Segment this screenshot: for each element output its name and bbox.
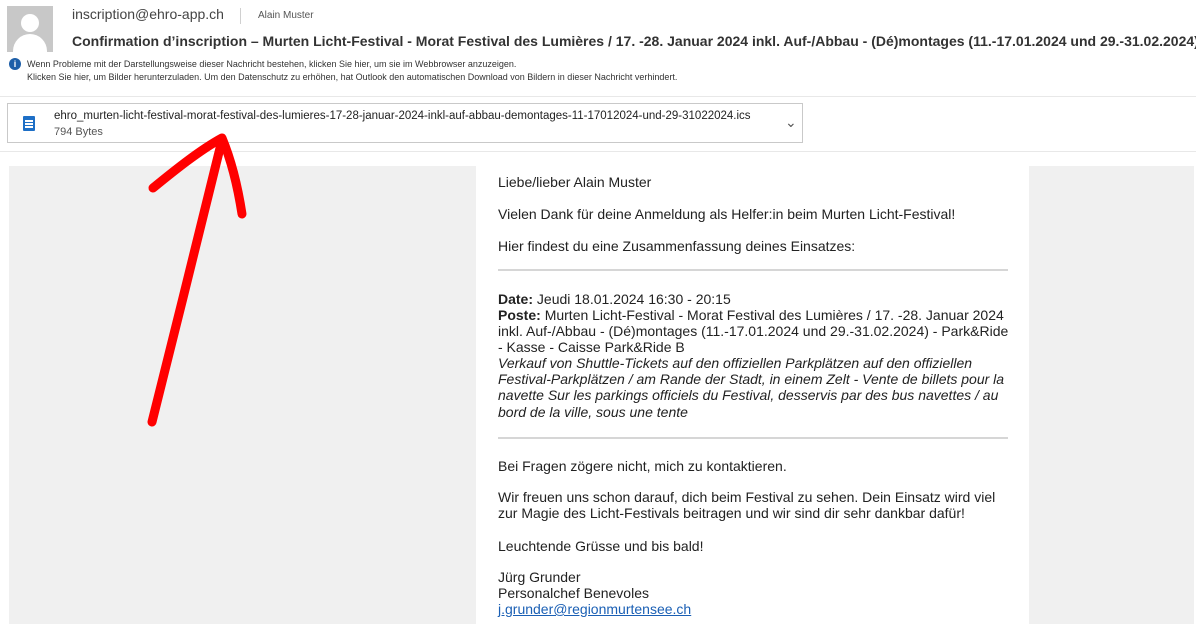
description-line-2: Festival-Parkplätzen / am Rande der Stad… [498,371,1005,387]
greeting: Liebe/lieber Alain Muster [498,174,652,190]
poste-line-2: inkl. Auf-/Abbau - (Dé)montages (11.-17.… [498,323,1009,339]
divider [0,96,1196,97]
signature-title: Personalchef Benevoles [498,585,649,601]
thanks-text: Vielen Dank für deine Anmeldung als Helf… [498,206,956,222]
message-body: Liebe/lieber Alain Muster Vielen Dank fü… [476,166,1029,624]
info-icon: i [9,58,21,70]
divider [498,437,1008,439]
sender-avatar [7,6,53,52]
attachment-size: 794 Bytes [54,126,103,138]
poste-label: Poste: [498,307,541,323]
date-label: Date: [498,291,534,307]
message-margin-right [1029,166,1194,624]
calendar-file-icon [23,116,35,131]
poste-line-3: - Kasse - Caisse Park&Ride B [498,339,685,355]
view-in-browser-notice[interactable]: Wenn Probleme mit der Darstellungsweise … [27,59,516,69]
summary-intro: Hier findest du eine Zusammenfassung dei… [498,238,856,254]
email-subject: Confirmation d’inscription – Murten Lich… [72,33,1196,49]
closing-text: Leuchtende Grüsse und bis bald! [498,538,704,554]
divider [498,269,1008,271]
date-value: Jeudi 18.01.2024 16:30 - 20:15 [536,291,731,307]
poste-value-1: Murten Licht-Festival - Morat Festival d… [544,307,1004,323]
attachment-filename: ehro_murten-licht-festival-morat-festiva… [54,110,751,122]
looking-forward-line-2: zur Magie des Licht-Festivals beitragen … [498,505,965,521]
date-line: Date: Jeudi 18.01.2024 16:30 - 20:15 [498,291,731,307]
description-line-4: bord de la ville, sous une tente [498,404,688,420]
signature-email-link[interactable]: j.grunder@regionmurtensee.ch [498,601,691,617]
download-images-notice[interactable]: Klicken Sie hier, um Bilder herunterzula… [27,72,677,82]
description-line-3: navette Sur les parkings officiels du Fe… [498,387,999,403]
signature-email-line: j.grunder@regionmurtensee.ch [498,601,691,617]
divider [0,151,1196,152]
sender-address[interactable]: inscription@ehro-app.ch [72,6,224,22]
attachment-card[interactable]: ehro_murten-licht-festival-morat-festiva… [7,103,803,143]
description-line-1: Verkauf von Shuttle-Tickets auf den offi… [498,355,973,371]
questions-text: Bei Fragen zögere nicht, mich zu kontakt… [498,458,787,474]
looking-forward-line-1: Wir freuen uns schon darauf, dich beim F… [498,489,996,505]
recipient-name[interactable]: Alain Muster [258,10,314,21]
chevron-down-icon[interactable]: ⌄ [785,114,797,131]
poste-line-1: Poste: Murten Licht-Festival - Morat Fes… [498,307,1004,323]
signature-name: Jürg Grunder [498,569,581,585]
divider [240,8,241,24]
person-placeholder-icon [21,14,39,32]
message-margin-left [9,166,476,624]
